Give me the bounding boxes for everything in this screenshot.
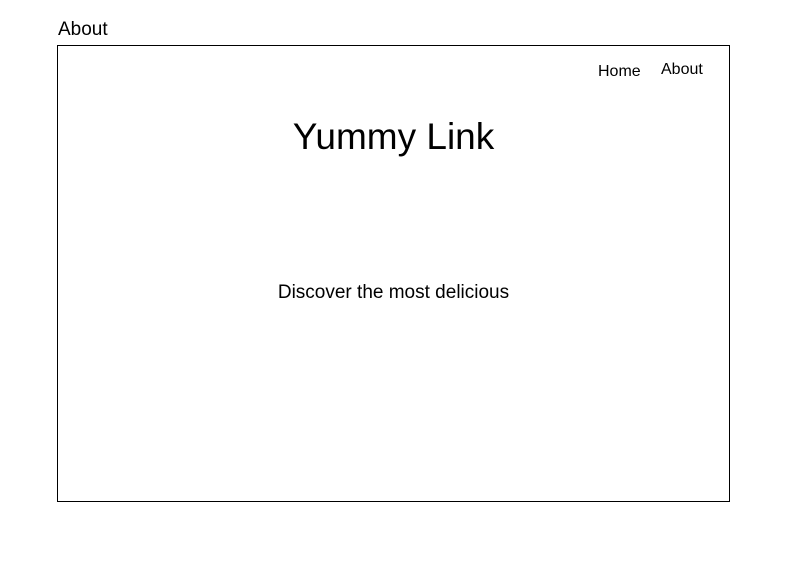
nav-link-about[interactable]: About xyxy=(661,60,703,80)
nav-link-home[interactable]: Home xyxy=(598,62,641,82)
tagline: Discover the most delicious xyxy=(277,282,510,303)
page-label: About xyxy=(58,19,108,40)
site-title: Yummy Link xyxy=(292,116,495,157)
wireframe-window: Home About Yummy Link Discover the most … xyxy=(57,45,730,502)
